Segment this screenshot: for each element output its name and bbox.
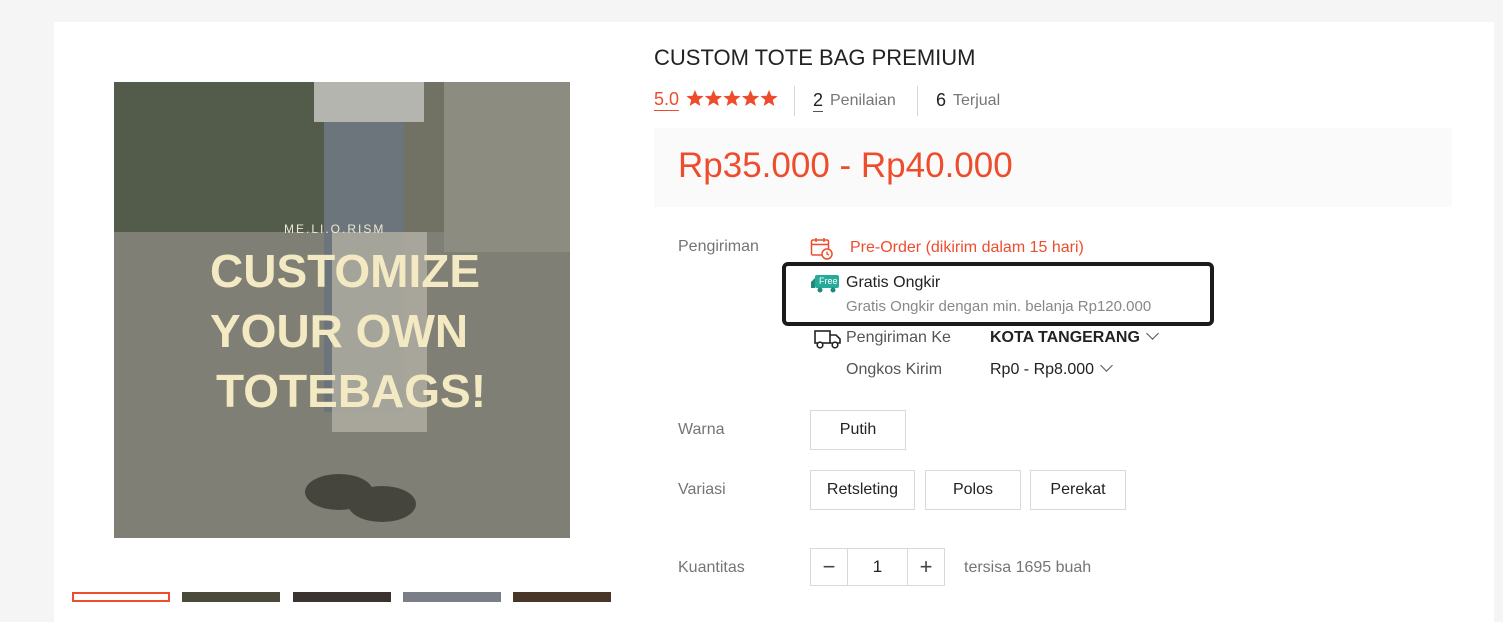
preorder-info: Pre-Order (dikirim dalam 15 hari) <box>850 239 1084 256</box>
quantity-input[interactable]: 1 <box>847 549 908 585</box>
rating-divider <box>794 86 795 116</box>
color-option-putih[interactable]: Putih <box>810 410 906 450</box>
reviews-label: Penilaian <box>830 92 896 109</box>
thumbnail-3[interactable] <box>293 592 391 602</box>
product-main-image[interactable]: ME.LI.O.RISM CUSTOMIZE YOUR OWN TOTEBAGS… <box>114 82 570 538</box>
free-shipping-title: Gratis Ongkir <box>846 274 941 291</box>
truck-icon <box>814 330 841 349</box>
quantity-label: Kuantitas <box>678 559 745 576</box>
variant-label: Variasi <box>678 481 726 498</box>
sold-label: Terjual <box>953 92 1001 109</box>
image-headline-1: CUSTOMIZE <box>210 245 481 297</box>
rating-value[interactable]: 5.0 <box>654 88 680 111</box>
shipping-destination[interactable]: KOTA TANGERANG <box>990 327 1159 347</box>
reviews-divider <box>917 86 918 116</box>
shipping-cost-value: Rp0 - Rp8.000 <box>990 361 1095 378</box>
thumbnail-2[interactable] <box>182 592 280 602</box>
image-brand-text: ME.LI.O.RISM <box>284 222 386 236</box>
free-badge-text: Free <box>819 276 838 286</box>
stock-remaining: tersisa 1695 buah <box>964 559 1092 576</box>
free-shipping-desc: Gratis Ongkir dengan min. belanja Rp120.… <box>846 298 1152 315</box>
chevron-down-icon <box>1146 327 1159 340</box>
chevron-down-icon <box>1100 359 1113 372</box>
quantity-increase-button[interactable]: + <box>908 549 944 585</box>
quantity-stepper: − 1 + <box>810 548 945 586</box>
shipping-to-label: Pengiriman Ke <box>846 329 951 346</box>
calendar-clock-icon <box>810 238 833 260</box>
sold-count: 6 <box>936 90 947 110</box>
price-range: Rp35.000 - Rp40.000 <box>678 146 1013 185</box>
thumbnail-4[interactable] <box>403 592 501 602</box>
quantity-decrease-button[interactable]: − <box>811 549 847 585</box>
thumbnail-1[interactable] <box>72 592 170 602</box>
shipping-cost-label: Ongkos Kirim <box>846 361 943 378</box>
variant-option-polos[interactable]: Polos <box>925 470 1021 510</box>
shipping-label: Pengiriman <box>678 238 759 255</box>
variant-option-retsleting[interactable]: Retsleting <box>810 470 915 510</box>
free-shipping-icon: Free <box>810 274 840 294</box>
variant-option-perekat[interactable]: Perekat <box>1030 470 1126 510</box>
product-title: CUSTOM TOTE BAG PREMIUM <box>654 45 976 70</box>
color-label: Warna <box>678 421 725 438</box>
thumbnail-5[interactable] <box>513 592 611 602</box>
reviews-count[interactable]: 2 <box>813 89 824 112</box>
image-headline-3: TOTEBAGS! <box>216 365 487 417</box>
highlight-box <box>782 262 1214 326</box>
image-headline-2: YOUR OWN <box>210 305 469 357</box>
shipping-cost[interactable]: Rp0 - Rp8.000 <box>990 359 1113 379</box>
star-rating-icon <box>686 90 778 106</box>
shipping-destination-value: KOTA TANGERANG <box>990 329 1140 346</box>
